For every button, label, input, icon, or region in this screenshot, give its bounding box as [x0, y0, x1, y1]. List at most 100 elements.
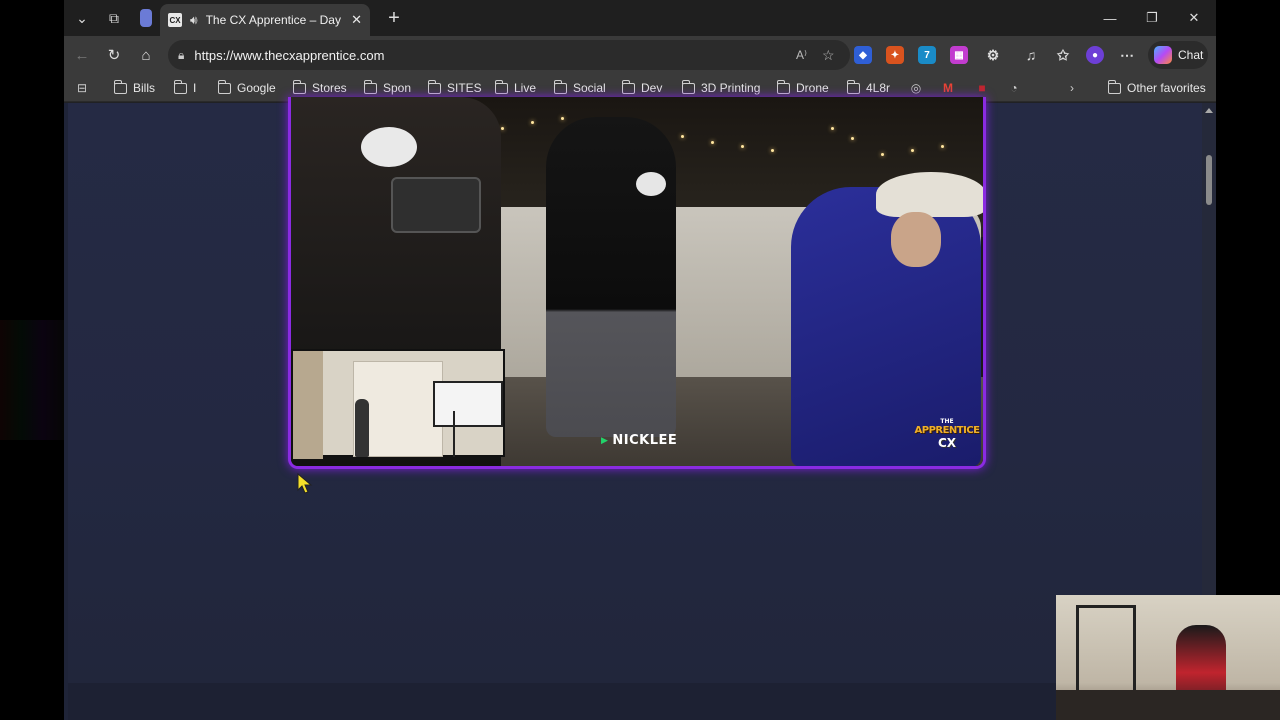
page-footer-band [68, 683, 1202, 720]
favorite-star-icon[interactable]: ☆ [822, 47, 835, 64]
folder-icon [622, 79, 635, 94]
bookmark-folder-bills[interactable]: Bills [114, 79, 156, 96]
bookmark-gmail-icon[interactable]: M [940, 80, 956, 96]
folder-icon [174, 79, 187, 94]
bookmark-folder-spon[interactable]: Spon [364, 79, 412, 96]
bookmark-gauge-icon[interactable]: ◔ [1006, 80, 1022, 96]
screen-artifact [0, 320, 64, 440]
logo-line-1: THE [940, 418, 954, 425]
bookmarks-toggle-icon[interactable]: ⊟ [74, 80, 90, 96]
bookmarks-overflow-chevron-icon[interactable]: › [1064, 80, 1080, 96]
scroll-thumb[interactable] [1206, 155, 1212, 205]
tab-active[interactable]: CX 🔊︎ The CX Apprentice – Day 2 LIVE ✕ [160, 4, 370, 36]
extension-grid-icon[interactable]: ▦ [950, 46, 968, 64]
bookmark-label: Live [514, 81, 537, 95]
tab-favicon: CX [168, 13, 182, 27]
page-viewport: ▶ NICKLEE THE APPRENTICE CX [64, 97, 1216, 720]
folder-icon [1108, 79, 1121, 94]
folder-icon [554, 79, 567, 94]
bookmark-folder-other-favorites[interactable]: Other favorites [1108, 79, 1206, 96]
screen-left-margin [0, 0, 64, 720]
chat-label: Chat [1178, 48, 1204, 62]
folder-icon [847, 79, 860, 94]
lock-icon[interactable]: 🔒︎ [178, 48, 184, 63]
tab-title: The CX Apprentice – Day 2 LIVE [205, 13, 344, 27]
video-phone-gimbal [391, 177, 481, 233]
pinned-tab[interactable] [140, 9, 152, 27]
page-content: ▶ NICKLEE THE APPRENTICE CX [68, 97, 1202, 683]
bookmark-label: Spon [383, 81, 412, 95]
bookmark-label: Other favorites [1127, 81, 1206, 95]
new-tab-button[interactable]: + [382, 6, 406, 30]
scroll-up-arrow-icon[interactable] [1205, 108, 1213, 113]
address-url: https://www.thecxapprentice.com [194, 47, 385, 63]
streamer-webcam-overlay [1056, 595, 1280, 720]
folder-icon [428, 79, 441, 94]
bookmark-label: Drone [796, 81, 829, 95]
bookmark-label: SITES [447, 81, 482, 95]
bookmark-folder-live[interactable]: Live [495, 79, 537, 96]
browser-window: ⌄ ⧉ CX 🔊︎ The CX Apprentice – Day 2 LIVE… [64, 0, 1216, 720]
bookmark-folder-google[interactable]: Google [218, 79, 276, 96]
restore-button[interactable]: ❐ [1138, 6, 1166, 30]
tab-actions-menu-icon[interactable]: ⌄ [70, 6, 94, 30]
bookmark-folder-drone[interactable]: Drone [777, 79, 829, 96]
bookmark-label: 4L8r [866, 81, 891, 95]
apprentice-logo-watermark: THE APPRENTICE CX [915, 415, 981, 453]
more-menu-icon[interactable]: ⋯ [1118, 46, 1136, 64]
close-window-button[interactable]: ✕ [1180, 6, 1208, 30]
media-control-icon[interactable]: ♫ [1022, 46, 1040, 64]
read-aloud-icon[interactable]: A⁾ [796, 48, 807, 62]
profile-avatar[interactable]: ● [1086, 46, 1104, 64]
bookmark-folder-3d-printing[interactable]: 3D Printing [682, 79, 761, 96]
folder-icon [293, 79, 306, 94]
folder-icon [218, 79, 231, 94]
favorites-icon[interactable]: ✩ [1054, 46, 1072, 64]
bookmark-globe-icon[interactable]: ◎ [908, 80, 924, 96]
address-bar[interactable]: 🔒︎ https://www.thecxapprentice.com A⁾ ☆ [168, 40, 850, 70]
workspaces-icon[interactable]: ⧉ [102, 6, 126, 30]
back-button[interactable]: ← [70, 43, 94, 67]
folder-icon [114, 79, 127, 94]
bookmark-red-icon[interactable]: ■ [974, 80, 990, 96]
copilot-chat-button[interactable]: Chat [1148, 41, 1208, 69]
mouse-cursor-icon [297, 473, 313, 494]
video-face-right [891, 212, 941, 267]
streamer-name: NICKLEE [612, 433, 678, 448]
bookmark-folder-dev[interactable]: Dev [622, 79, 663, 96]
logo-line-3: CX [937, 436, 957, 450]
tab-strip: ⌄ ⧉ CX 🔊︎ The CX Apprentice – Day 2 LIVE… [64, 0, 1216, 36]
refresh-button[interactable]: ↻ [102, 43, 126, 67]
tab-close-icon[interactable]: ✕ [351, 12, 362, 28]
bookmark-label: I [193, 81, 197, 95]
bookmark-label: Dev [641, 81, 663, 95]
bookmark-folder-social[interactable]: Social [554, 79, 606, 96]
streamer-name-tag: ▶ NICKLEE [601, 433, 677, 448]
audio-playing-icon[interactable]: 🔊︎ [190, 13, 198, 28]
minimize-button[interactable]: — [1096, 6, 1124, 30]
folder-icon [777, 79, 790, 94]
webcam-desk [1056, 690, 1280, 720]
bookmark-label: Google [237, 81, 276, 95]
copilot-icon [1154, 46, 1172, 64]
bookmark-label: Bills [133, 81, 156, 95]
navigation-toolbar: ← ↻ ⌂ 🔒︎ https://www.thecxapprentice.com… [64, 36, 1216, 74]
extension-fox-icon[interactable]: ✦ [886, 46, 904, 64]
video-cowboy-hat [876, 172, 983, 217]
bookmark-folder-sites[interactable]: SITES [428, 79, 482, 96]
video-person-middle [546, 117, 676, 437]
kick-logo-icon: ▶ [601, 435, 609, 446]
bookmark-folder-i[interactable]: I [174, 79, 197, 96]
bookmark-folder-4l8r[interactable]: 4L8r [847, 79, 891, 96]
extension-shield-icon[interactable]: ◆ [854, 46, 872, 64]
live-video-player[interactable]: ▶ NICKLEE THE APPRENTICE CX [288, 97, 986, 469]
folder-icon [364, 79, 377, 94]
bookmark-label: 3D Printing [701, 81, 761, 95]
picture-in-picture-inset [291, 349, 505, 459]
extension-translate-icon[interactable]: 7 [918, 46, 936, 64]
folder-icon [682, 79, 695, 94]
extensions-puzzle-icon[interactable]: ⚙ [984, 46, 1002, 64]
home-button[interactable]: ⌂ [134, 43, 158, 67]
bookmark-label: Social [573, 81, 606, 95]
bookmark-folder-stores[interactable]: Stores [293, 79, 347, 96]
